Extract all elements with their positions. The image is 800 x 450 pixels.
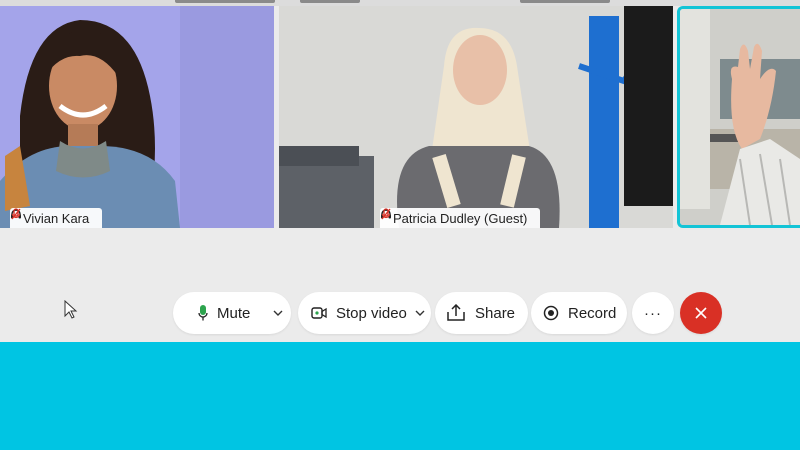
mute-options-dropdown[interactable] — [265, 292, 283, 334]
participant-video — [0, 6, 274, 228]
stop-video-button[interactable]: Stop video — [298, 292, 409, 334]
chevron-down-icon — [273, 310, 283, 316]
meeting-window: Vivian Kara Patricia Dudley (Guest) Mute… — [0, 0, 800, 342]
stop-video-label: Stop video — [336, 304, 407, 322]
video-tile-vivian-kara[interactable]: Vivian Kara — [0, 6, 274, 228]
share-label: Share — [475, 304, 516, 322]
participant-name-tag: Patricia Dudley (Guest) — [380, 208, 541, 228]
meeting-controls-bar: Mute Stop video Share Record ··· — [0, 292, 800, 334]
video-control: Stop video — [298, 292, 431, 334]
leave-meeting-button[interactable] — [680, 292, 722, 334]
video-tile-patricia-dudley[interactable]: Patricia Dudley (Guest) — [279, 6, 673, 228]
bottom-band — [0, 342, 800, 450]
mute-button[interactable]: Mute — [173, 292, 265, 334]
share-control: Share — [435, 292, 528, 334]
chevron-down-icon — [415, 310, 425, 316]
microphone-icon — [198, 305, 208, 321]
more-icon: ··· — [644, 304, 662, 322]
close-icon — [695, 307, 707, 319]
mute-control: Mute — [173, 292, 291, 334]
record-control: Record — [531, 292, 627, 334]
video-tile-active-speaker[interactable] — [677, 6, 800, 228]
record-icon — [543, 305, 559, 321]
video-options-dropdown[interactable] — [409, 292, 425, 334]
mute-label: Mute — [217, 304, 251, 322]
participant-video — [279, 6, 673, 228]
participant-video — [680, 9, 800, 225]
participant-name: Vivian Kara — [23, 210, 90, 226]
participant-name-tag: Vivian Kara — [10, 208, 103, 228]
video-camera-icon — [311, 307, 327, 319]
share-icon — [446, 304, 466, 322]
participant-name: Patricia Dudley (Guest) — [393, 210, 528, 226]
record-label: Record — [568, 304, 617, 322]
more-options-button[interactable]: ··· — [632, 292, 674, 334]
share-button[interactable]: Share — [435, 292, 515, 334]
record-button[interactable]: Record — [531, 292, 616, 334]
